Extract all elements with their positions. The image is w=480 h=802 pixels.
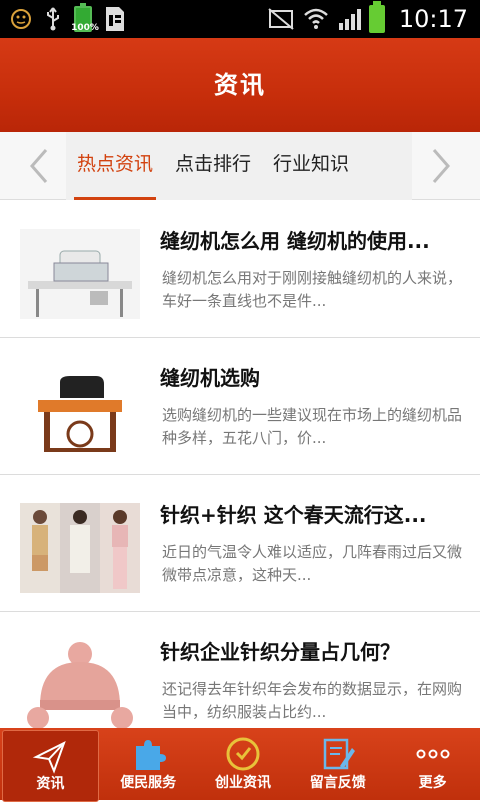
tab-strip: 热点资讯 点击排行 行业知识 <box>66 132 412 200</box>
clock-icon <box>226 737 260 771</box>
chevron-right-icon <box>432 149 450 183</box>
status-right-icons: 10:17 <box>267 1 468 34</box>
tab-scroll-left-button[interactable] <box>8 132 68 200</box>
nav-startup-news[interactable]: 创业资讯 <box>196 728 291 800</box>
chevron-left-icon <box>30 149 48 183</box>
list-item[interactable]: 针织企业针织分量占几何？ 还记得去年针织年会发布的数据显示，在网购当中，纺织服装… <box>0 612 480 728</box>
app-notification-icon <box>11 9 31 29</box>
tab-bar: 热点资讯 点击排行 行业知识 <box>0 132 480 200</box>
article-summary: 近日的气温令人难以适应，几阵春雨过后又微微带点凉意，这种天... <box>162 543 463 584</box>
status-bar: 100% 10:17 <box>0 0 480 38</box>
nav-feedback-label: 留言反馈 <box>309 775 366 791</box>
sewing-machine-image <box>20 229 140 319</box>
nav-services[interactable]: 便民服务 <box>101 728 196 800</box>
status-left-icons: 100% <box>10 3 126 34</box>
tab-click-ranking[interactable]: 点击排行 <box>164 132 262 200</box>
knit-hat-image <box>20 640 140 728</box>
nav-news-label: 资讯 <box>36 776 65 792</box>
document-notification-icon <box>106 7 124 31</box>
battery-percent-label: 100% <box>71 23 99 33</box>
article-list: 缝纫机怎么用 缝纫机的使用... 缝纫机怎么用对于刚刚接触缝纫机的人来说，车好一… <box>0 201 480 728</box>
paper-plane-icon <box>33 740 67 774</box>
tab-scroll-right-button[interactable] <box>412 132 472 200</box>
more-dots-icon <box>416 749 450 759</box>
bottom-navigation: 资讯 便民服务 创业资讯 留言反馈 更多 <box>0 728 480 802</box>
battery-icon <box>368 1 385 33</box>
article-summary: 选购缝纫机的一些建议现在市场上的缝纫机品种多样，五花八门，价... <box>162 406 463 447</box>
page-title: 资讯 <box>214 71 266 99</box>
article-summary: 还记得去年针织年会发布的数据显示，在网购当中，纺织服装占比约... <box>162 680 463 721</box>
article-title: 缝纫机怎么用 缝纫机的使用... <box>160 229 430 253</box>
nav-more-label: 更多 <box>418 775 447 791</box>
usb-icon <box>47 7 59 31</box>
tab-industry-knowledge[interactable]: 行业知识 <box>262 132 360 200</box>
nav-feedback[interactable]: 留言反馈 <box>290 728 385 800</box>
title-bar: 资讯 <box>0 38 480 132</box>
list-item[interactable]: 缝纫机选购 选购缝纫机的一些建议现在市场上的缝纫机品种多样，五花八门，价... <box>0 338 480 475</box>
nfc-mute-icon <box>268 8 294 30</box>
treadle-sewing-machine-image <box>20 366 140 456</box>
list-item[interactable]: 缝纫机怎么用 缝纫机的使用... 缝纫机怎么用对于刚刚接触缝纫机的人来说，车好一… <box>0 201 480 338</box>
nav-news[interactable]: 资讯 <box>2 730 99 802</box>
nav-services-label: 便民服务 <box>120 775 177 791</box>
signal-icon <box>338 9 361 30</box>
article-title: 针织企业针织分量占几何？ <box>160 640 400 664</box>
article-title: 缝纫机选购 <box>160 366 260 390</box>
article-title: 针织+针织 这个春天流行这... <box>160 503 427 527</box>
edit-note-icon <box>323 738 355 770</box>
battery-full-icon: 100% <box>71 3 99 33</box>
clock-time: 10:17 <box>398 5 468 33</box>
list-item[interactable]: 针织+针织 这个春天流行这... 近日的气温令人难以适应，几阵春雨过后又微微带点… <box>0 475 480 612</box>
wifi-icon <box>303 8 328 29</box>
tab-hot-news[interactable]: 热点资讯 <box>66 132 164 200</box>
nav-startup-news-label: 创业资讯 <box>214 775 271 791</box>
knitwear-fashion-image <box>20 503 140 593</box>
article-summary: 缝纫机怎么用对于刚刚接触缝纫机的人来说，车好一条直线也不是件... <box>162 269 463 310</box>
puzzle-icon <box>136 740 167 770</box>
nav-more[interactable]: 更多 <box>385 728 480 800</box>
